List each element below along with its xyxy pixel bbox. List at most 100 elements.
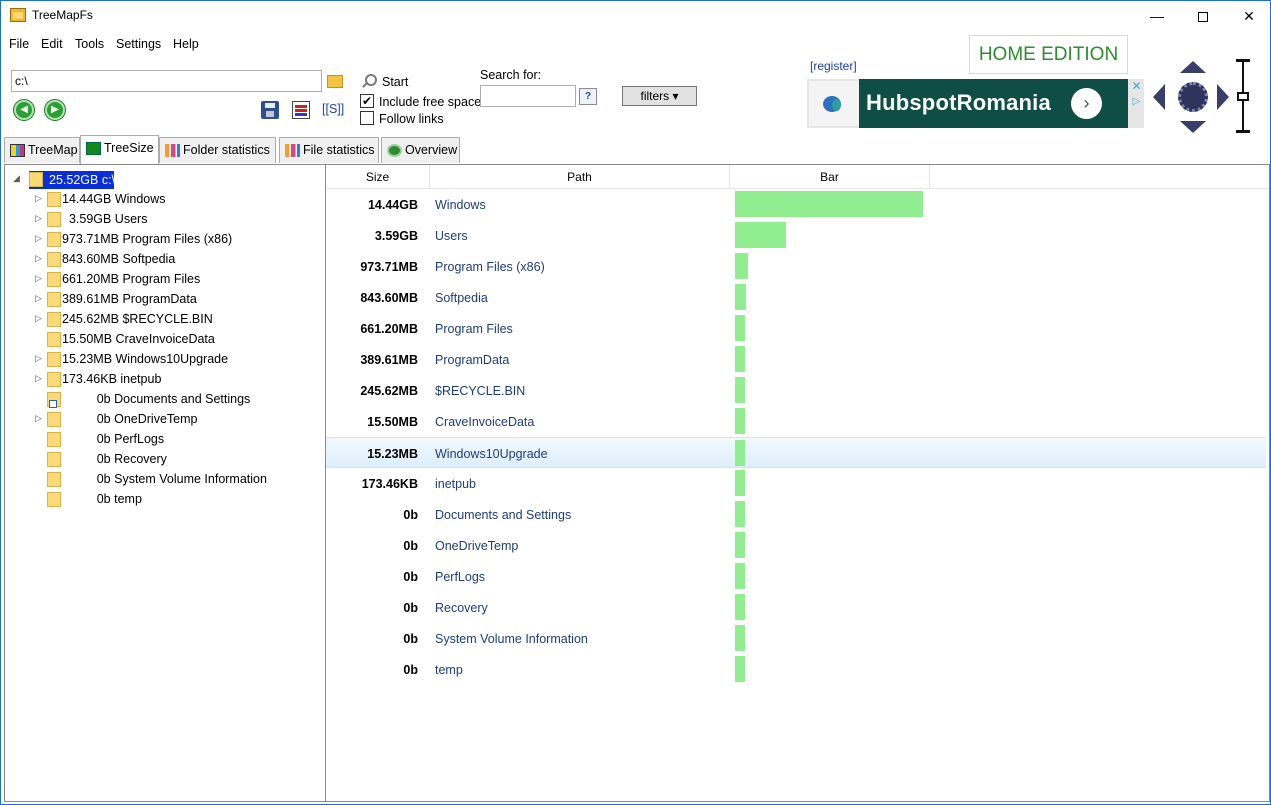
tree-item[interactable]: 15.50MB CraveInvoiceData [5,329,325,349]
cell-path: Windows10Upgrade [435,447,548,461]
table-row[interactable]: 843.60MB Softpedia [326,282,1266,313]
expand-icon[interactable]: ▷ [35,232,45,244]
tab-file-statistics[interactable]: File statistics [279,137,379,163]
ad-logo-icon [809,81,859,126]
expand-icon[interactable]: ▷ [35,212,45,224]
expand-icon[interactable]: ▷ [35,352,45,364]
size-bar [735,315,745,341]
table-row[interactable]: 973.71MB Program Files (x86) [326,251,1266,282]
tree-item[interactable]: 0b PerfLogs [5,429,325,449]
menu-edit[interactable]: Edit [41,37,63,51]
zoom-slider-thumb[interactable] [1237,92,1249,101]
bar-chart-icon [165,144,180,157]
tree-item[interactable]: ▷ 0b OneDriveTemp [5,409,325,429]
folder-tree[interactable]: ◢ 25.52GB c:\ ▷ 14.44GB Windows ▷ 3.59GB U… [4,164,326,802]
table-row[interactable]: 15.23MB Windows10Upgrade [326,437,1266,468]
column-header-path[interactable]: Path [430,165,730,189]
tree-root[interactable]: ◢ 25.52GB c:\ [5,169,325,189]
tree-item[interactable]: ▷ 661.20MB Program Files [5,269,325,289]
ad-banner[interactable]: HubspotRomania › ✕ ▷ [807,79,1144,128]
table-row[interactable]: 173.46KB inetpub [326,468,1266,499]
cell-path: OneDriveTemp [435,539,519,553]
ad-choices-icon[interactable]: ▷ [1130,96,1143,109]
tree-item[interactable]: ▷ 973.71MB Program Files (x86) [5,229,325,249]
tree-item[interactable]: 0b System Volume Information [5,469,325,489]
cell-size: 0b [403,632,418,646]
table-row[interactable]: 245.62MB $RECYCLE.BIN [326,375,1266,406]
forward-button[interactable]: ▶ [45,100,65,120]
pan-center-icon[interactable] [1178,82,1208,112]
close-button[interactable]: ✕ [1226,1,1270,31]
folder-open-icon[interactable] [326,72,343,88]
folder-icon [47,312,61,327]
export-report-icon[interactable] [292,101,310,119]
search-help-button[interactable]: ? [579,88,597,105]
table-row[interactable]: 3.59GB Users [326,220,1266,251]
pan-right-icon[interactable] [1217,84,1229,110]
table-row[interactable]: 389.61MB ProgramData [326,344,1266,375]
size-grid[interactable]: Size Path Bar 14.44GB Windows 3.59GB Users 9… [326,164,1270,802]
menu-tools[interactable]: Tools [75,37,104,51]
cell-path: System Volume Information [435,632,588,646]
tree-item[interactable]: ▷ 15.23MB Windows10Upgrade [5,349,325,369]
pan-down-icon[interactable] [1180,121,1206,133]
expand-icon[interactable]: ▷ [35,252,45,264]
menu-file[interactable]: File [9,37,29,51]
expand-icon[interactable]: ▷ [35,312,45,324]
pan-up-icon[interactable] [1180,61,1206,73]
tree-item[interactable]: ▷ 245.62MB $RECYCLE.BIN [5,309,325,329]
tree-item[interactable]: 0b temp [5,489,325,509]
tree-item[interactable]: 0b Documents and Settings [5,389,325,409]
tree-item[interactable]: 0b Recovery [5,449,325,469]
include-free-space-checkbox[interactable]: ✔ [360,94,374,108]
ad-body[interactable]: HubspotRomania › [859,79,1128,128]
column-header-bar[interactable]: Bar [730,165,930,189]
back-button[interactable]: ◀ [14,100,34,120]
table-row[interactable]: 0b OneDriveTemp [326,530,1266,561]
magnifier-icon[interactable] [361,74,377,89]
table-row[interactable]: 0b temp [326,654,1266,685]
table-row[interactable]: 15.50MB CraveInvoiceData [326,406,1266,437]
search-input[interactable] [480,85,576,107]
menu-help[interactable]: Help [173,37,199,51]
expand-icon[interactable]: ▷ [35,192,45,204]
table-row[interactable]: 0b Recovery [326,592,1266,623]
cell-size: 14.44GB [367,198,418,212]
tree-item[interactable]: ▷ 14.44GB Windows [5,189,325,209]
start-button[interactable]: Start [382,75,408,89]
menu-settings[interactable]: Settings [116,37,161,51]
filters-button[interactable]: filters ▾ [622,86,697,106]
ad-close-icon[interactable]: ✕ [1130,80,1143,93]
follow-links-checkbox[interactable] [360,111,374,125]
chevron-right-icon[interactable]: › [1071,88,1102,119]
tree-item[interactable]: ▷ 843.60MB Softpedia [5,249,325,269]
checkmark-icon: ✔ [361,94,373,108]
tab-treesize[interactable]: TreeSize [80,135,159,164]
s-link[interactable]: [[S]] [322,102,344,116]
expand-icon[interactable]: ▷ [35,272,45,284]
column-header-size[interactable]: Size [326,165,430,189]
table-row[interactable]: 0b Documents and Settings [326,499,1266,530]
register-link[interactable]: [register] [810,59,857,73]
tree-item[interactable]: ▷ 389.61MB ProgramData [5,289,325,309]
tab-overview[interactable]: Overview [381,137,460,163]
collapse-icon[interactable]: ◢ [13,172,23,184]
pan-left-icon[interactable] [1153,84,1165,110]
table-row[interactable]: 14.44GB Windows [326,189,1266,220]
tree-root-selection[interactable]: 25.52GB c:\ [29,171,115,189]
minimize-button[interactable]: — [1134,1,1180,31]
tree-item[interactable]: ▷ 3.59GB Users [5,209,325,229]
tree-item[interactable]: ▷ 173.46KB inetpub [5,369,325,389]
zoom-slider[interactable] [1234,59,1252,133]
save-icon[interactable] [261,101,279,119]
expand-icon[interactable]: ▷ [35,412,45,424]
table-row[interactable]: 661.20MB Program Files [326,313,1266,344]
table-row[interactable]: 0b PerfLogs [326,561,1266,592]
tab-folder-statistics[interactable]: Folder statistics [159,137,276,163]
expand-icon[interactable]: ▷ [35,292,45,304]
expand-icon[interactable]: ▷ [35,372,45,384]
path-input[interactable] [11,70,322,92]
table-row[interactable]: 0b System Volume Information [326,623,1266,654]
maximize-button[interactable] [1180,1,1226,31]
tab-treemap[interactable]: TreeMap [4,137,80,163]
